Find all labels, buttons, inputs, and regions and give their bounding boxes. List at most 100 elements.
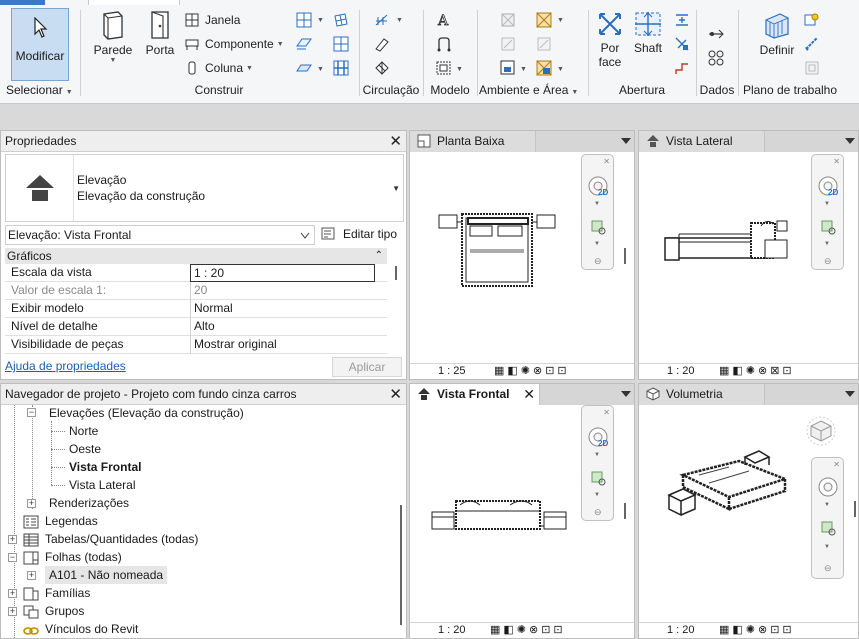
view-control-icons[interactable]: ▦◧✺⊗⊠⊡ xyxy=(719,364,795,379)
roof-icon[interactable]: ▼ xyxy=(296,12,328,28)
dormer-icon[interactable] xyxy=(674,60,690,76)
set-workplane-button[interactable]: Definir xyxy=(754,10,800,57)
wall-opening-icon[interactable] xyxy=(674,12,690,28)
browser-scrollbar[interactable] xyxy=(396,405,406,638)
parts-visibility-value[interactable]: Mostrar original xyxy=(190,336,375,354)
tree-item-vista-frontal[interactable]: Vista Frontal xyxy=(69,458,141,476)
show-workplane-icon[interactable] xyxy=(804,12,820,28)
expand-icon[interactable]: + xyxy=(27,571,36,580)
tree-item-sheets[interactable]: Folhas (todas) xyxy=(45,548,122,566)
navigation-bar[interactable]: ✕ 2D ▼ ▼ ⊖ xyxy=(581,405,614,521)
chevron-down-icon[interactable] xyxy=(621,138,631,144)
modify-button[interactable]: Modificar xyxy=(11,8,69,81)
model-group-icon[interactable]: ▼ xyxy=(436,60,468,76)
close-icon[interactable]: ✕ xyxy=(603,408,610,417)
tree-item-oeste[interactable]: Oeste xyxy=(69,440,101,458)
chevron-down-icon[interactable] xyxy=(845,391,855,397)
opening-by-face-button[interactable]: Por face xyxy=(592,10,628,69)
property-row[interactable]: Visibilidade de peças Mostrar original xyxy=(5,336,387,354)
viewer-icon[interactable] xyxy=(804,60,820,76)
close-icon[interactable]: ✕ xyxy=(833,460,840,469)
zoom-icon[interactable] xyxy=(590,219,608,237)
tree-item-revit-links[interactable]: Vínculos do Revit xyxy=(45,620,138,638)
room-tag-icon[interactable]: ▼ xyxy=(500,60,532,76)
steering-wheel-icon[interactable] xyxy=(817,476,839,498)
collapse-icon[interactable]: ⊖ xyxy=(594,256,602,267)
view-scale[interactable]: 1 : 20 xyxy=(667,623,695,638)
property-row[interactable]: Nível de detalhe Alto xyxy=(5,318,387,336)
model-line-icon[interactable] xyxy=(436,36,452,52)
view-scale[interactable]: 1 : 20 xyxy=(667,364,695,379)
active-ribbon-tab[interactable] xyxy=(88,0,180,5)
file-tab[interactable] xyxy=(0,0,45,5)
railing-icon[interactable]: ▼ xyxy=(374,12,406,28)
ramp-icon[interactable] xyxy=(374,36,390,52)
stair-icon[interactable] xyxy=(374,60,390,76)
properties-help-link[interactable]: Ajuda de propriedades xyxy=(5,359,126,373)
view-control-icons[interactable]: ▦◧✺⊗⊡⊡ xyxy=(719,623,795,638)
tree-item-families[interactable]: Famílias xyxy=(45,584,90,602)
close-icon[interactable]: ✕ xyxy=(833,157,840,166)
property-row[interactable]: Escala da vista 1 : 20 xyxy=(5,264,387,282)
display-model-value[interactable]: Normal xyxy=(190,300,375,318)
zoom-icon[interactable] xyxy=(820,520,838,538)
zoom-icon[interactable] xyxy=(820,219,838,237)
column-button[interactable]: Coluna ▼ xyxy=(185,58,253,78)
tree-item-elevations[interactable]: Elevações (Elevação da construção) xyxy=(49,405,244,422)
tree-item-groups[interactable]: Grupos xyxy=(45,602,84,620)
grid-icon[interactable] xyxy=(706,48,726,68)
scrollbar-thumb[interactable] xyxy=(624,248,626,264)
room-icon[interactable] xyxy=(500,12,516,28)
view-canvas[interactable]: ✕ ▼ ▼ ⊖ xyxy=(639,405,858,622)
expand-icon[interactable]: + xyxy=(8,535,17,544)
vertical-opening-icon[interactable] xyxy=(674,36,690,52)
view-scale-value[interactable]: 1 : 20 xyxy=(190,264,375,282)
instance-filter-dropdown[interactable]: Elevação: Vista Frontal xyxy=(5,225,315,245)
expand-icon[interactable]: + xyxy=(8,607,17,616)
type-selector[interactable]: Elevação Elevação da construção ▼ xyxy=(5,154,404,222)
tree-item-vista-lateral[interactable]: Vista Lateral xyxy=(69,476,136,494)
mullion-icon[interactable] xyxy=(333,60,349,76)
tab-volumetria[interactable]: Volumetria xyxy=(639,384,765,405)
view-scale[interactable]: 1 : 20 xyxy=(438,623,466,638)
view-scale[interactable]: 1 : 25 xyxy=(438,364,466,379)
curtain-system-icon[interactable] xyxy=(333,12,349,28)
property-row[interactable]: Exibir modelo Normal xyxy=(5,300,387,318)
level-icon[interactable] xyxy=(706,24,726,44)
edit-type-button[interactable]: Editar tipo xyxy=(321,225,397,245)
room-separator-icon[interactable] xyxy=(500,36,516,52)
chevron-down-icon[interactable] xyxy=(845,138,855,144)
close-icon[interactable]: ✕ xyxy=(603,157,610,166)
expand-icon[interactable]: + xyxy=(8,589,17,598)
tree-item-schedules[interactable]: Tabelas/Quantidades (todas) xyxy=(45,530,198,548)
collapse-icon[interactable]: ⊖ xyxy=(824,256,832,267)
view-canvas[interactable]: ✕ 2D ▼ ▼ ⊖ xyxy=(410,152,634,363)
collapse-icon[interactable]: ⊖ xyxy=(824,563,832,574)
tab-vista-frontal[interactable]: Vista Frontal ✕ xyxy=(410,384,540,405)
viewcube-icon[interactable] xyxy=(805,415,837,447)
navigation-bar[interactable]: ✕ 2D ▼ ▼ ⊖ xyxy=(811,154,844,270)
navigation-bar[interactable]: ✕ ▼ ▼ ⊖ xyxy=(811,457,844,579)
ref-plane-icon[interactable] xyxy=(804,36,820,52)
curtain-grid-icon[interactable] xyxy=(333,36,349,52)
collapse-icon[interactable]: − xyxy=(27,408,36,417)
view-canvas[interactable]: ✕ 2D ▼ ▼ ⊖ xyxy=(410,405,634,622)
component-button[interactable]: Componente ▼ xyxy=(185,34,284,54)
shaft-button[interactable]: Shaft xyxy=(630,10,666,55)
ceiling-icon[interactable] xyxy=(296,36,328,52)
view-canvas[interactable]: ✕ 2D ▼ ▼ ⊖ xyxy=(639,152,858,363)
scrollbar-thumb[interactable] xyxy=(400,505,402,625)
tab-vista-lateral[interactable]: Vista Lateral xyxy=(639,131,765,152)
close-icon[interactable]: ✕ xyxy=(389,131,402,151)
wall-button[interactable]: Parede ▼ xyxy=(91,10,135,64)
tab-planta-baixa[interactable]: Planta Baixa xyxy=(410,131,536,152)
chevron-down-icon[interactable] xyxy=(621,391,631,397)
scrollbar-thumb[interactable] xyxy=(395,266,397,280)
view-control-icons[interactable]: ▦◧✺⊗⊡⊡ xyxy=(490,623,566,638)
close-icon[interactable]: ✕ xyxy=(523,384,535,404)
tree-item-norte[interactable]: Norte xyxy=(69,422,98,440)
window-button[interactable]: Janela xyxy=(185,10,240,30)
tree-item-legends[interactable]: Legendas xyxy=(45,512,98,530)
area-tag-icon[interactable]: ▼ xyxy=(536,60,568,76)
apply-button[interactable]: Aplicar xyxy=(332,357,402,377)
